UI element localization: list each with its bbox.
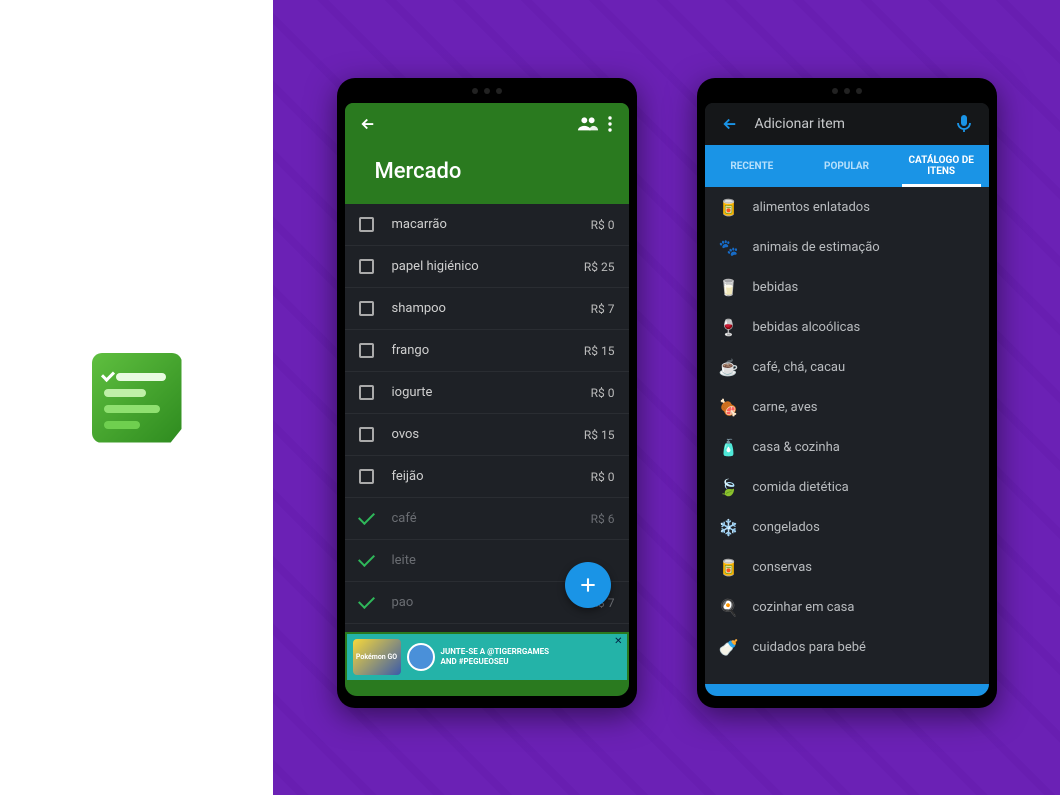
category-label: carne, aves xyxy=(753,400,818,415)
category-label: conservas xyxy=(753,560,813,575)
category-item[interactable]: 🍳 cozinhar em casa xyxy=(705,587,989,627)
search-input[interactable]: Adicionar item xyxy=(755,116,939,132)
item-name: macarrão xyxy=(392,217,591,232)
item-price: R$ 0 xyxy=(591,218,615,232)
category-item[interactable]: 🍖 carne, aves xyxy=(705,387,989,427)
item-price: R$ 0 xyxy=(591,470,615,484)
checkbox[interactable] xyxy=(359,217,374,232)
checkbox[interactable] xyxy=(359,469,374,484)
category-icon: 🐾 xyxy=(719,237,739,257)
ad-avatar xyxy=(407,643,435,671)
category-label: alimentos enlatados xyxy=(753,200,870,215)
list-item[interactable]: macarrãoR$ 0 xyxy=(345,204,629,246)
ad-logo: Pokémon GO xyxy=(353,639,401,675)
category-item[interactable]: 🍼 cuidados para bebé xyxy=(705,627,989,667)
category-icon: 🥛 xyxy=(719,277,739,297)
phone-mercado: Mercado macarrãoR$ 0papel higiénicoR$ 25… xyxy=(337,78,637,708)
category-icon: 🍳 xyxy=(719,597,739,617)
category-label: cozinhar em casa xyxy=(753,600,855,615)
check-icon[interactable] xyxy=(358,508,375,525)
category-icon: 🥫 xyxy=(719,197,739,217)
item-price: R$ 25 xyxy=(584,260,615,274)
category-item[interactable]: ❄️ congelados xyxy=(705,507,989,547)
category-label: bebidas alcoólicas xyxy=(753,320,861,335)
item-price: R$ 15 xyxy=(584,344,615,358)
category-icon: 🥫 xyxy=(719,557,739,577)
overflow-menu-icon[interactable] xyxy=(601,111,619,137)
showcase-panel: Mercado macarrãoR$ 0papel higiénicoR$ 25… xyxy=(273,0,1060,795)
category-tabs: RECENTEPOPULARCATÁLOGO DE ITENS xyxy=(705,145,989,187)
category-icon: ☕ xyxy=(719,357,739,377)
share-people-icon[interactable] xyxy=(575,111,601,137)
category-label: comida dietética xyxy=(753,480,849,495)
left-blank-panel xyxy=(0,0,273,795)
list-header: Mercado xyxy=(345,103,629,204)
ad-text: JUNTE-SE A @TIGERRGAMES AND #PEGUEOSEU xyxy=(441,647,550,666)
category-icon: 🍃 xyxy=(719,477,739,497)
item-price: R$ 15 xyxy=(584,428,615,442)
category-icon: 🍼 xyxy=(719,637,739,657)
category-icon: 🍖 xyxy=(719,397,739,417)
check-icon[interactable] xyxy=(358,592,375,609)
back-icon[interactable] xyxy=(355,111,381,137)
item-price: R$ 6 xyxy=(591,512,615,526)
category-item[interactable]: 🥛 bebidas xyxy=(705,267,989,307)
category-icon: 🍷 xyxy=(719,317,739,337)
item-name: ovos xyxy=(392,427,584,442)
category-icon: 🧴 xyxy=(719,437,739,457)
ad-banner[interactable]: Pokémon GO JUNTE-SE A @TIGERRGAMES AND #… xyxy=(345,632,629,682)
list-item[interactable]: papel higiénicoR$ 25 xyxy=(345,246,629,288)
item-price: R$ 7 xyxy=(591,302,615,316)
category-item[interactable]: 🍷 bebidas alcoólicas xyxy=(705,307,989,347)
checkbox[interactable] xyxy=(359,343,374,358)
item-name: pao xyxy=(392,595,591,610)
list-item[interactable]: frangoR$ 15 xyxy=(345,330,629,372)
category-label: café, chá, cacau xyxy=(753,360,846,375)
list-item[interactable]: ovosR$ 15 xyxy=(345,414,629,456)
list-item[interactable]: feijãoR$ 0 xyxy=(345,456,629,498)
checkbox[interactable] xyxy=(359,259,374,274)
list-item[interactable]: iogurteR$ 0 xyxy=(345,372,629,414)
item-name: papel higiénico xyxy=(392,259,584,274)
category-item[interactable]: 🍃 comida dietética xyxy=(705,467,989,507)
item-name: iogurte xyxy=(392,385,591,400)
item-name: shampoo xyxy=(392,301,591,316)
category-item[interactable]: 🐾 animais de estimação xyxy=(705,227,989,267)
add-item-fab[interactable] xyxy=(565,562,611,608)
tab-recente[interactable]: RECENTE xyxy=(705,145,800,187)
tab-popular[interactable]: POPULAR xyxy=(799,145,894,187)
category-item[interactable]: 🥫 conservas xyxy=(705,547,989,587)
checkbox[interactable] xyxy=(359,427,374,442)
category-icon: ❄️ xyxy=(719,517,739,537)
search-bar: Adicionar item xyxy=(705,103,989,145)
category-label: animais de estimação xyxy=(753,240,880,255)
category-item[interactable]: 🥫 alimentos enlatados xyxy=(705,187,989,227)
back-icon[interactable] xyxy=(717,111,743,137)
item-name: frango xyxy=(392,343,584,358)
item-price: R$ 0 xyxy=(591,386,615,400)
mic-icon[interactable] xyxy=(951,111,977,137)
category-label: casa & cozinha xyxy=(753,440,840,455)
item-name: café xyxy=(392,511,591,526)
category-label: congelados xyxy=(753,520,820,535)
category-list: 🥫 alimentos enlatados 🐾 animais de estimaçã… xyxy=(705,187,989,684)
category-label: bebidas xyxy=(753,280,799,295)
category-item[interactable]: ☕ café, chá, cacau xyxy=(705,347,989,387)
item-name: feijão xyxy=(392,469,591,484)
checkbox[interactable] xyxy=(359,385,374,400)
checkbox[interactable] xyxy=(359,301,374,316)
system-nav-bar xyxy=(705,684,989,696)
tab-catálogo-de-itens[interactable]: CATÁLOGO DE ITENS xyxy=(894,145,989,187)
ad-close-icon[interactable]: ✕ xyxy=(614,636,622,647)
list-item[interactable]: shampooR$ 7 xyxy=(345,288,629,330)
app-icon xyxy=(89,350,185,446)
phone-add-item: Adicionar item RECENTEPOPULARCATÁLOGO DE… xyxy=(697,78,997,708)
list-title: Mercado xyxy=(345,145,629,204)
category-label: cuidados para bebé xyxy=(753,640,866,655)
check-icon[interactable] xyxy=(358,550,375,567)
category-item[interactable]: 🧴 casa & cozinha xyxy=(705,427,989,467)
system-nav-bar xyxy=(345,682,629,696)
list-item[interactable]: caféR$ 6 xyxy=(345,498,629,540)
